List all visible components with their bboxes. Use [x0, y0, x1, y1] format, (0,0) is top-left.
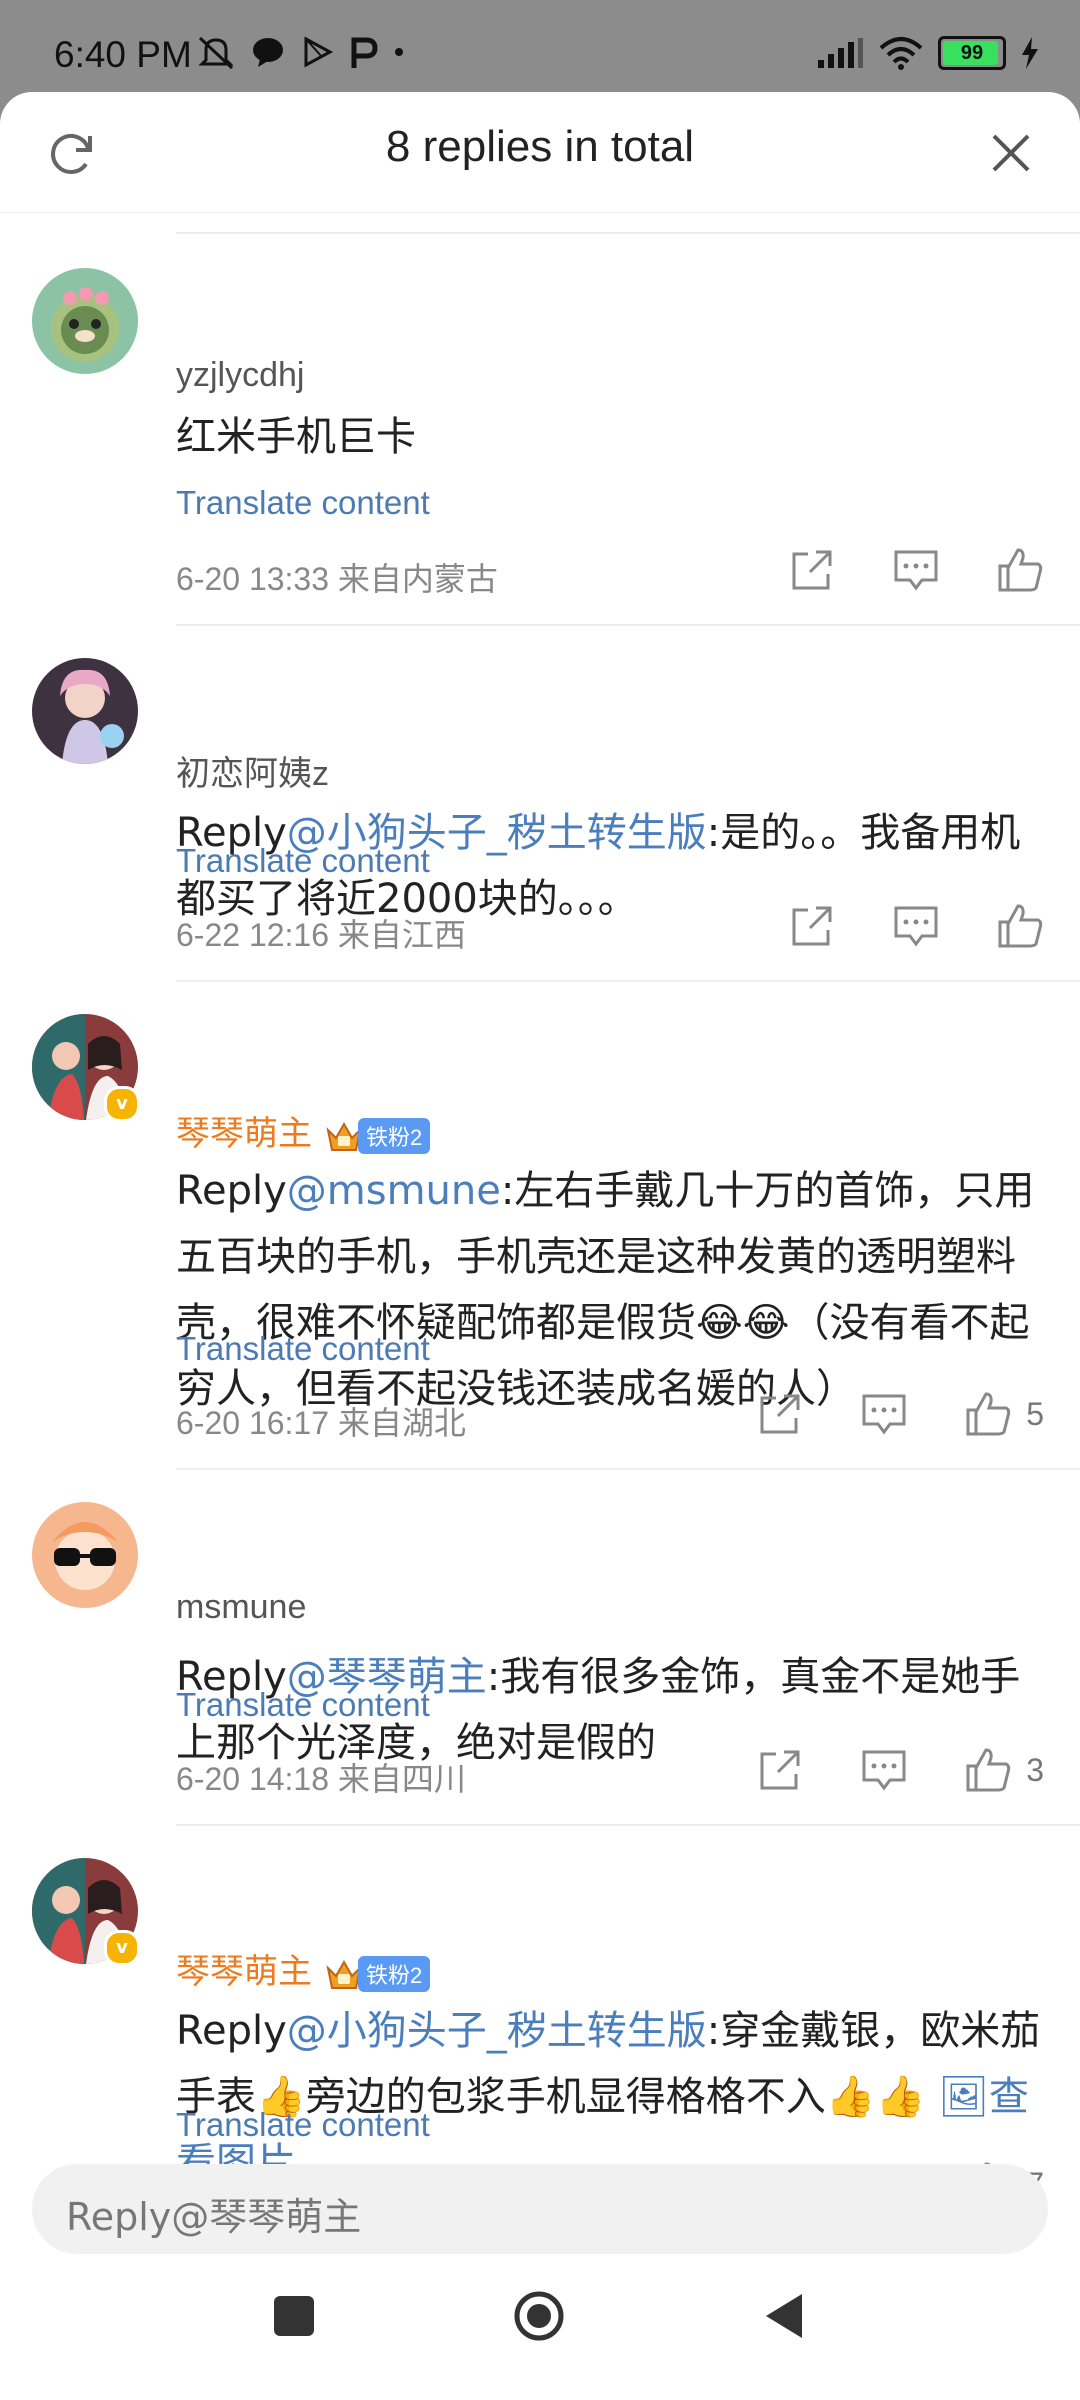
top-divider	[176, 232, 1080, 234]
comment-actions	[732, 546, 1044, 594]
fan-badge-label: 铁粉2	[358, 1956, 431, 1993]
username[interactable]: yzjlycdhj	[176, 356, 304, 395]
like-icon[interactable]	[964, 1746, 1012, 1794]
comment-actions: 5	[700, 1390, 1044, 1438]
username[interactable]: 琴琴萌主 铁粉2	[176, 1944, 431, 1993]
divider	[176, 980, 1080, 982]
translate-link[interactable]: Translate content	[176, 842, 430, 880]
divider	[176, 1468, 1080, 1470]
fan-badge: 铁粉2	[324, 1118, 431, 1155]
comment-text: Reply@msmune:左右手戴几十万的首饰，只用五百块的手机，手机壳还是这种…	[176, 1158, 1046, 1422]
translate-link[interactable]: Translate content	[176, 1330, 430, 1368]
fan-badge: 铁粉2	[324, 1956, 431, 1993]
share-icon[interactable]	[788, 902, 836, 950]
username[interactable]: 琴琴萌主 铁粉2	[176, 1106, 431, 1155]
page-title: 8 replies in total	[385, 122, 695, 171]
reply-input-placeholder: Reply@琴琴萌主	[66, 2195, 362, 2239]
avatar[interactable]	[32, 1502, 138, 1608]
username-text: 琴琴萌主	[176, 1953, 312, 1991]
divider	[176, 624, 1080, 626]
verified-badge-icon: v	[104, 1930, 140, 1966]
charging-icon	[1022, 37, 1038, 69]
verified-badge-icon: v	[104, 1086, 140, 1122]
like-icon[interactable]	[996, 546, 1044, 594]
comment-actions	[732, 902, 1044, 950]
play-store-icon	[304, 36, 334, 68]
reply-prefix: Reply	[176, 2008, 287, 2054]
username-text: 琴琴萌主	[176, 1115, 312, 1153]
comment-meta: 6-20 13:33 来自内蒙古	[176, 561, 498, 597]
reply-prefix: Reply	[176, 1168, 287, 1214]
p-app-icon	[351, 37, 378, 68]
avatar[interactable]	[32, 268, 138, 374]
mute-icon	[198, 36, 234, 70]
comment-icon[interactable]	[860, 1390, 908, 1438]
comment-meta: 6-20 16:17 来自湖北	[176, 1405, 466, 1441]
battery-indicator: 99	[938, 36, 1006, 70]
comment-text: 红米手机巨卡	[176, 404, 1046, 470]
like-count: 5	[1026, 1395, 1044, 1432]
divider	[176, 1824, 1080, 1826]
comment-actions: 3	[700, 1746, 1044, 1794]
comment-icon[interactable]	[892, 902, 940, 950]
system-navbar	[0, 2290, 1080, 2400]
translate-link[interactable]: Translate content	[176, 1686, 430, 1724]
home-button[interactable]	[513, 2290, 565, 2342]
sheet-header: 8 replies in total	[0, 92, 1080, 213]
wifi-icon	[879, 37, 923, 70]
fan-badge-label: 铁粉2	[358, 1118, 431, 1155]
dot-icon	[395, 48, 403, 56]
share-icon[interactable]	[756, 1746, 804, 1794]
comment-meta: 6-20 14:18 来自四川	[176, 1761, 466, 1797]
system-icons: 99	[816, 36, 1040, 70]
username[interactable]: 初恋阿姨z	[176, 746, 329, 795]
translate-link[interactable]: Translate content	[176, 2106, 430, 2144]
signal-icon	[818, 38, 863, 68]
mention-link[interactable]: @msmune	[287, 1168, 501, 1214]
share-icon[interactable]	[756, 1390, 804, 1438]
battery-level: 99	[960, 42, 984, 64]
close-icon[interactable]	[986, 128, 1036, 178]
username[interactable]: msmune	[176, 1588, 306, 1627]
like-count: 3	[1026, 1751, 1044, 1788]
notification-icons	[196, 34, 406, 70]
comment-meta: 6-22 12:16 来自江西	[176, 917, 466, 953]
replies-sheet: 8 replies in total yzjlycdhj 红米手机巨卡 Tran…	[0, 92, 1080, 2400]
translate-link[interactable]: Translate content	[176, 484, 430, 522]
like-icon[interactable]	[996, 902, 1044, 950]
avatar[interactable]	[32, 658, 138, 764]
like-icon[interactable]	[964, 1390, 1012, 1438]
recents-button[interactable]	[274, 2296, 314, 2336]
share-icon[interactable]	[788, 546, 836, 594]
status-time: 6:40 PM	[54, 34, 192, 75]
comment-icon[interactable]	[860, 1746, 908, 1794]
status-bar: 6:40 PM 99	[0, 0, 1080, 96]
back-button[interactable]	[762, 2290, 806, 2342]
comment-icon[interactable]	[892, 546, 940, 594]
chat-bubble-icon	[253, 38, 283, 67]
comment-body: 红米手机巨卡	[176, 414, 416, 460]
reply-input[interactable]: Reply@琴琴萌主	[32, 2164, 1048, 2254]
mention-link[interactable]: @小狗头子_秽土转生版	[287, 2008, 707, 2054]
